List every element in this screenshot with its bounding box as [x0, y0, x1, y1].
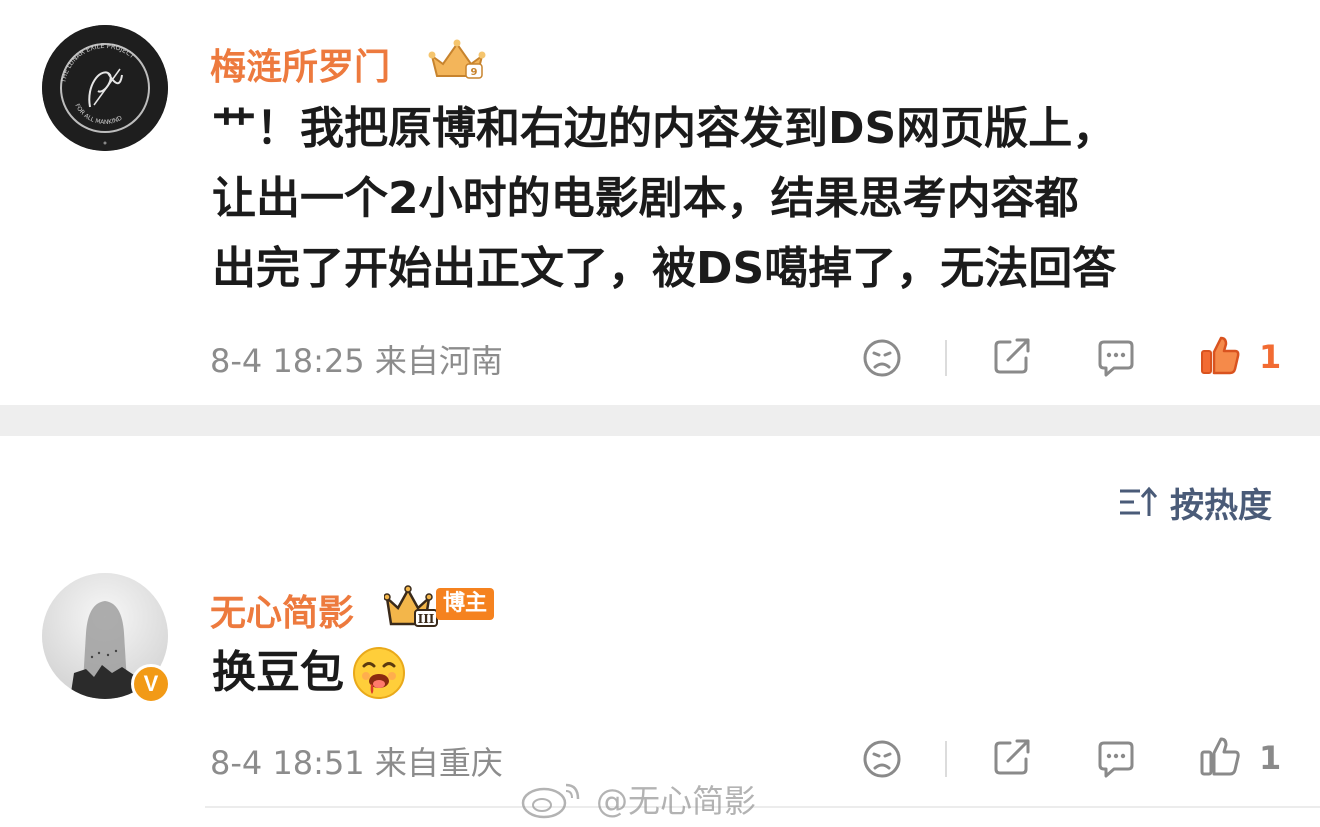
watermark-text: @无心简影 [596, 782, 757, 820]
sad-face-icon [863, 339, 901, 377]
comment-item-1: THE LUNAR EXILE PROJECT FOR ALL MANKIND … [0, 0, 1320, 405]
reply-button[interactable] [1094, 336, 1138, 380]
share-icon [994, 739, 1030, 775]
drool-emoji-icon [352, 646, 406, 700]
like-button[interactable] [1198, 734, 1242, 778]
bottom-divider [205, 806, 1320, 808]
comment-icon [1098, 340, 1134, 377]
crown-badge-icon: III [383, 584, 442, 632]
share-button[interactable] [990, 735, 1034, 779]
dislike-button[interactable] [860, 336, 904, 380]
verified-badge: V [131, 664, 171, 704]
comment-icon [1098, 741, 1134, 778]
comment-text: 换豆包 [212, 638, 406, 708]
sort-label: 按热度 [1170, 485, 1272, 526]
svg-text:III: III [418, 612, 435, 626]
sad-face-icon [863, 740, 901, 778]
username[interactable]: 梅涟所罗门 [210, 38, 390, 90]
weibo-logo-icon [521, 783, 580, 819]
reply-button[interactable] [1094, 737, 1138, 781]
crown-badge-icon: 9 [428, 38, 486, 86]
comment-line: 换豆包 [212, 647, 344, 698]
user-avatar[interactable]: THE LUNAR EXILE PROJECT FOR ALL MANKIND [42, 25, 168, 151]
watermark: @无心简影 [520, 776, 756, 822]
comment-line: 艹！我把原博和右边的内容发到DS网页版上， [212, 103, 1117, 154]
comment-text: 艹！我把原博和右边的内容发到DS网页版上， 让出一个2小时的电影剧本，结果思考内… [212, 94, 1116, 304]
svg-text:9: 9 [471, 67, 478, 78]
action-divider [945, 741, 947, 777]
sort-icon [1120, 486, 1158, 516]
comment-meta: 8-4 18:51 来自重庆 [210, 744, 503, 782]
thumbs-up-icon [1201, 336, 1240, 375]
comment-line: 让出一个2小时的电影剧本，结果思考内容都 [212, 173, 1079, 224]
blogger-badge: 博主 [436, 588, 495, 620]
comment-meta: 8-4 18:25 来自河南 [210, 342, 503, 380]
comment-line: 出完了开始出正文了，被DS噶掉了，无法回答 [212, 243, 1117, 294]
share-icon [994, 338, 1030, 374]
action-divider [945, 340, 947, 376]
sort-by-hot-button[interactable]: 按热度 [1118, 482, 1272, 526]
like-button[interactable] [1198, 333, 1242, 377]
like-count: 1 [1259, 739, 1282, 777]
username[interactable]: 无心简影 [210, 584, 354, 636]
like-count: 1 [1259, 338, 1282, 376]
dislike-button[interactable] [860, 737, 904, 781]
section-divider [0, 405, 1320, 436]
thumbs-up-icon [1200, 737, 1240, 776]
share-button[interactable] [990, 334, 1034, 378]
